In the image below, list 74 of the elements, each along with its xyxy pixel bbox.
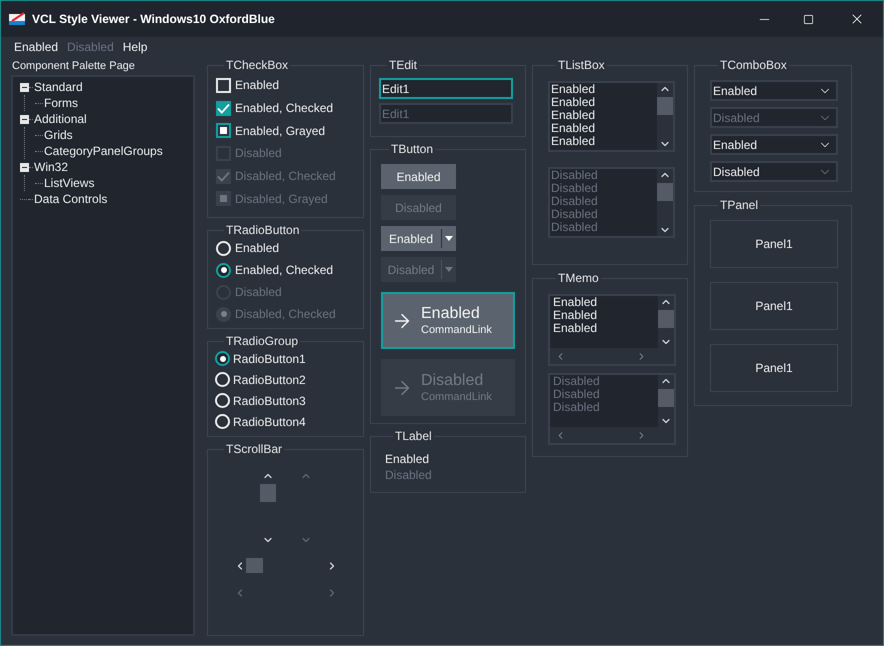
checkbox-label[interactable]: Enabled, Grayed bbox=[235, 122, 326, 140]
combo-box[interactable]: Enabled bbox=[710, 134, 838, 155]
group-title: TRadioButton bbox=[225, 223, 300, 237]
tree-item[interactable]: Data Controls bbox=[33, 190, 108, 208]
memo-line: Disabled bbox=[553, 388, 601, 401]
memo-box[interactable]: Enabled Enabled Enabled bbox=[548, 294, 676, 366]
group-title: TRadioGroup bbox=[225, 334, 300, 348]
collapse-icon[interactable] bbox=[20, 82, 29, 92]
memo-line: Enabled bbox=[553, 309, 598, 322]
memo-line: Enabled bbox=[553, 296, 598, 309]
radio-label[interactable]: RadioButton2 bbox=[233, 370, 306, 388]
group-title: TEdit bbox=[388, 58, 418, 72]
panel-caption: Panel1 bbox=[755, 360, 793, 377]
collapse-icon[interactable] bbox=[20, 114, 29, 124]
tree-item[interactable]: Forms bbox=[43, 94, 79, 112]
split-button[interactable]: Enabled bbox=[381, 226, 456, 251]
list-item[interactable]: Enabled bbox=[551, 96, 657, 109]
group-title: TComboBox bbox=[719, 58, 788, 72]
text-field[interactable]: Edit1 bbox=[379, 78, 513, 99]
menu-item[interactable]: Enabled bbox=[14, 38, 58, 56]
panel-caption: Panel1 bbox=[755, 298, 793, 315]
radio-label[interactable]: RadioButton4 bbox=[233, 412, 306, 430]
radio-label[interactable]: Enabled bbox=[235, 239, 280, 257]
radio-button[interactable] bbox=[215, 351, 230, 366]
menu-item[interactable]: Help bbox=[122, 38, 148, 56]
app-icon bbox=[9, 12, 27, 26]
group-title: TButton bbox=[390, 142, 434, 156]
combo-box[interactable]: Enabled bbox=[710, 80, 838, 101]
checkbox-label[interactable]: Enabled, Checked bbox=[235, 99, 334, 118]
scroll-thumb[interactable] bbox=[658, 310, 674, 328]
memo-line: Disabled bbox=[553, 401, 601, 414]
checkbox[interactable] bbox=[216, 123, 231, 138]
list-box[interactable]: Enabled Enabled Enabled Enabled Enabled bbox=[548, 81, 675, 152]
scroll-thumb[interactable] bbox=[246, 558, 262, 573]
checkbox-label[interactable]: Enabled bbox=[235, 76, 280, 94]
tree-item[interactable]: ListViews bbox=[43, 174, 96, 192]
list-item[interactable]: Enabled bbox=[551, 83, 657, 96]
radio-label[interactable]: RadioButton3 bbox=[233, 392, 306, 410]
window-title: VCL Style Viewer - Windows10 OxfordBlue bbox=[32, 11, 275, 28]
list-item[interactable]: Enabled bbox=[551, 135, 657, 148]
tree-item[interactable]: Win32 bbox=[33, 158, 70, 176]
maximize-icon[interactable] bbox=[803, 14, 814, 24]
scroll-thumb[interactable] bbox=[260, 484, 276, 502]
push-button[interactable]: Enabled bbox=[381, 164, 456, 189]
group-title: TListBox bbox=[557, 58, 606, 72]
dropdown-arrow-icon bbox=[445, 267, 453, 272]
memo-line: Disabled bbox=[553, 375, 601, 388]
scroll-thumb[interactable] bbox=[657, 97, 673, 115]
group-title: TMemo bbox=[557, 271, 600, 285]
check-icon bbox=[217, 170, 230, 182]
radio-label[interactable]: Enabled, Checked bbox=[235, 261, 334, 279]
list-item[interactable]: Enabled bbox=[551, 122, 657, 135]
list-item[interactable]: Enabled bbox=[551, 109, 657, 122]
label-text: Disabled bbox=[385, 467, 433, 483]
tree-item[interactable]: Additional bbox=[33, 110, 88, 128]
group-title: TLabel bbox=[394, 429, 433, 443]
group-title: TCheckBox bbox=[225, 58, 290, 72]
tree-item[interactable]: CategoryPanelGroups bbox=[43, 142, 164, 160]
combo-box[interactable]: Disabled bbox=[710, 161, 838, 182]
check-icon bbox=[217, 102, 230, 114]
memo-line: Enabled bbox=[553, 322, 598, 335]
collapse-icon[interactable] bbox=[20, 162, 29, 172]
radio-label[interactable]: RadioButton1 bbox=[233, 350, 306, 368]
command-link-button[interactable]: Enabled CommandLink bbox=[381, 292, 515, 349]
checkbox[interactable] bbox=[216, 100, 231, 116]
palette-label: Component Palette Page bbox=[12, 59, 136, 74]
dropdown-arrow-icon bbox=[445, 236, 453, 241]
panel-caption: Panel1 bbox=[755, 236, 793, 253]
group-title: TScrollBar bbox=[225, 442, 284, 456]
tree-item[interactable]: Grids bbox=[43, 126, 74, 144]
group-title: TPanel bbox=[719, 198, 760, 212]
radio-button[interactable] bbox=[216, 262, 231, 278]
label-text: Enabled bbox=[385, 451, 430, 467]
tree-item[interactable]: Standard bbox=[33, 78, 84, 96]
